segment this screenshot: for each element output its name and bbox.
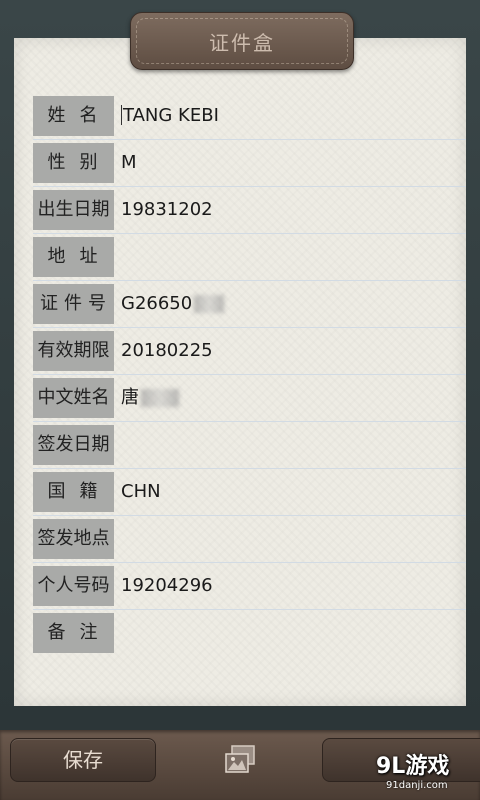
row-divider	[33, 515, 466, 516]
field-row-remarks: 备注	[33, 613, 466, 653]
field-row-name: 姓名 TANG KEBI	[33, 96, 466, 140]
field-row-chinese-name: 中文姓名 唐	[33, 378, 466, 422]
field-value-birthdate[interactable]: 19831202	[121, 190, 213, 230]
field-value-id-number[interactable]: G26650	[121, 284, 225, 324]
field-label-name: 姓名	[33, 96, 114, 136]
field-label-expiry: 有效期限	[33, 331, 114, 371]
field-row-nationality: 国籍 CHN	[33, 472, 466, 516]
field-row-id-number: 证件号 G26650	[33, 284, 466, 328]
field-row-expiry: 有效期限 20180225	[33, 331, 466, 375]
field-row-issue-place: 签发地点	[33, 519, 466, 563]
field-label-issue-place: 签发地点	[33, 519, 114, 559]
row-divider	[33, 186, 466, 187]
save-button[interactable]: 保存	[10, 738, 156, 782]
field-value-id-number-text: G26650	[121, 293, 193, 314]
field-label-personal-number: 个人号码	[33, 566, 114, 606]
field-value-sex[interactable]: M	[121, 143, 137, 183]
field-label-address: 地址	[33, 237, 114, 277]
row-divider	[33, 562, 466, 563]
field-label-birthdate: 出生日期	[33, 190, 114, 230]
field-value-name-text: TANG KEBI	[123, 105, 219, 126]
row-divider	[33, 421, 466, 422]
field-label-issue-date: 签发日期	[33, 425, 114, 465]
row-divider	[33, 468, 466, 469]
title-plate: 证件盒	[130, 12, 354, 70]
field-value-expiry[interactable]: 20180225	[121, 331, 213, 371]
field-label-nationality: 国籍	[33, 472, 114, 512]
field-row-address: 地址	[33, 237, 466, 281]
row-divider	[33, 139, 466, 140]
row-divider	[33, 233, 466, 234]
text-cursor	[121, 104, 122, 125]
field-label-sex: 性别	[33, 143, 114, 183]
field-label-id-number: 证件号	[33, 284, 114, 324]
site-watermark: 9L游戏 91danji.com	[376, 748, 480, 800]
page-title: 证件盒	[209, 30, 275, 55]
field-value-chinese-name[interactable]: 唐	[121, 378, 179, 418]
field-row-sex: 性别 M	[33, 143, 466, 187]
row-divider	[33, 609, 466, 610]
field-value-chinese-name-text: 唐	[121, 387, 139, 408]
field-label-remarks: 备注	[33, 613, 114, 653]
field-value-name[interactable]: TANG KEBI	[121, 96, 219, 136]
field-label-chinese-name: 中文姓名	[33, 378, 114, 418]
field-row-issue-date: 签发日期	[33, 425, 466, 469]
field-value-nationality[interactable]: CHN	[121, 472, 161, 512]
field-value-personal-number[interactable]: 19204296	[121, 566, 213, 606]
watermark-url: 91danji.com	[386, 780, 448, 791]
watermark-logo-text: 9L游戏	[376, 754, 450, 779]
row-divider	[33, 280, 466, 281]
row-divider	[33, 374, 466, 375]
field-row-personal-number: 个人号码 19204296	[33, 566, 466, 610]
gallery-icon[interactable]	[222, 744, 258, 778]
field-row-birthdate: 出生日期 19831202	[33, 190, 466, 234]
redacted-blur	[194, 295, 225, 313]
row-divider	[33, 327, 466, 328]
redacted-blur	[141, 389, 179, 407]
